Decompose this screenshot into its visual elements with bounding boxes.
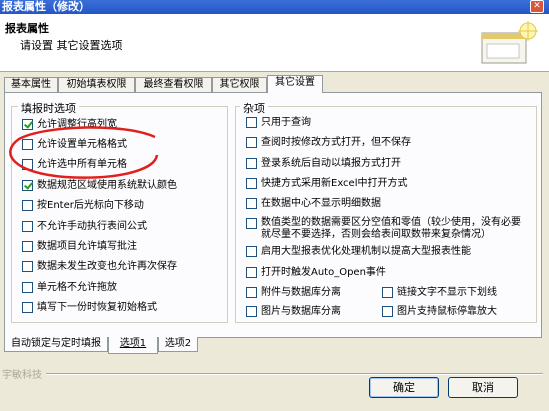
checkbox-box[interactable] — [246, 158, 257, 169]
checkbox-box[interactable] — [246, 287, 257, 298]
checkbox-box[interactable] — [246, 267, 257, 278]
checkbox-hide-detail-data[interactable]: 在数据中心不显示明细数据 — [246, 197, 381, 211]
dialog-header: 报表属性 请设置 其它设置选项 — [0, 14, 549, 72]
checkbox-label: 不允许手动执行表间公式 — [37, 221, 147, 232]
checkbox-label: 在数据中心不显示明细数据 — [261, 198, 381, 209]
checkbox-label: 登录系统后自动以填报方式打开 — [261, 158, 401, 169]
checkbox-box[interactable] — [382, 287, 393, 298]
checkbox-auto-open-on-login[interactable]: 登录系统后自动以填报方式打开 — [246, 157, 401, 171]
tab-initial-fill-permissions[interactable]: 初始填表权限 — [58, 77, 135, 92]
checkbox-image-hover-zoom[interactable]: 图片支持鼠标停靠放大 — [382, 305, 497, 319]
tab-other-settings[interactable]: 其它设置 — [267, 75, 323, 93]
tab-final-view-permissions[interactable]: 最终查看权限 — [135, 77, 212, 92]
checkbox-label: 图片支持鼠标停靠放大 — [397, 306, 497, 317]
checkbox-allow-resave[interactable]: 数据未发生改变也允许再次保存 — [22, 260, 177, 274]
checkbox-trigger-auto-open[interactable]: 打开时触发Auto_Open事件 — [246, 266, 386, 280]
checkbox-box[interactable] — [246, 218, 257, 229]
checkbox-images-separate[interactable]: 图片与数据库分离 — [246, 305, 341, 319]
checkbox-label: 启用大型报表优化处理机制以提高大型报表性能 — [261, 246, 471, 257]
checkbox-box[interactable] — [246, 117, 257, 128]
window-settings-icon — [481, 21, 538, 64]
checkbox-label: 图片与数据库分离 — [261, 306, 341, 317]
checkbox-box[interactable] — [246, 246, 257, 257]
footer-separator — [30, 373, 543, 375]
checkbox-disallow-drag-drop[interactable]: 单元格不允许拖放 — [22, 281, 117, 295]
window-title: 报表属性（修改） — [2, 0, 90, 13]
btab-auto-lock-scheduled-fill[interactable]: 自动锁定与定时填报 — [4, 337, 108, 352]
checkbox-open-modify-no-save[interactable]: 查阅时按修改方式打开，但不保存 — [246, 136, 411, 150]
checkbox-label: 按Enter后光标向下移动 — [37, 200, 144, 211]
checkbox-label: 打开时触发Auto_Open事件 — [261, 267, 386, 278]
checkbox-label: 快捷方式采用新Excel中打开方式 — [261, 178, 408, 189]
checkbox-query-only[interactable]: 只用于查询 — [246, 116, 311, 130]
checkbox-label: 只用于查询 — [261, 117, 311, 128]
checkbox-disallow-manual-formulas[interactable]: 不允许手动执行表间公式 — [22, 220, 147, 234]
checkbox-box[interactable] — [22, 241, 33, 252]
checkbox-large-report-optimization[interactable]: 启用大型报表优化处理机制以提高大型报表性能 — [246, 245, 471, 259]
annotation-circle — [9, 126, 159, 179]
checkbox-label: 数据未发生改变也允许再次保存 — [37, 261, 177, 272]
company-name: 宇敏科技 — [2, 366, 46, 381]
checkbox-label: 数值类型的数据需要区分空值和零值（较少使用，没有必要就尽量不要选择，否则会给表间… — [261, 217, 521, 240]
settings-panel: 填报时选项 允许调整行高列宽 允许设置单元格格式 允许选中所有单元格 数据规范区… — [4, 92, 542, 338]
checkbox-label: 附件与数据库分离 — [261, 287, 341, 298]
checkbox-attachments-separate[interactable]: 附件与数据库分离 — [246, 286, 341, 300]
checkbox-shortcut-new-excel[interactable]: 快捷方式采用新Excel中打开方式 — [246, 177, 408, 191]
checkbox-label: 数据项目允许填写批注 — [37, 241, 137, 252]
checkbox-no-link-underline[interactable]: 链接文字不显示下划线 — [382, 286, 497, 300]
ok-button[interactable]: 确定 — [369, 377, 439, 398]
btab-option-1[interactable]: 选项1 — [108, 337, 158, 354]
checkbox-restore-initial-format[interactable]: 填写下一份时恢复初始格式 — [22, 301, 157, 315]
checkbox-label: 单元格不允许拖放 — [37, 282, 117, 293]
checkbox-label: 查阅时按修改方式打开，但不保存 — [261, 137, 411, 148]
tab-basic-properties[interactable]: 基本属性 — [4, 77, 58, 92]
checkbox-distinguish-null-zero[interactable]: 数值类型的数据需要区分空值和零值（较少使用，没有必要就尽量不要选择，否则会给表间… — [246, 217, 530, 243]
misc-group: 杂项 只用于查询 查阅时按修改方式打开，但不保存 登录系统后自动以填报方式打开 … — [235, 100, 537, 323]
checkbox-enter-moves-down[interactable]: 按Enter后光标向下移动 — [22, 199, 144, 213]
tab-other-permissions[interactable]: 其它权限 — [212, 77, 267, 92]
checkbox-box[interactable] — [382, 306, 393, 317]
checkbox-box[interactable] — [22, 221, 33, 232]
checkbox-box[interactable] — [246, 137, 257, 148]
checkbox-box[interactable] — [246, 178, 257, 189]
checkbox-box[interactable] — [246, 198, 257, 209]
close-icon[interactable]: ✕ — [530, 0, 544, 13]
checkbox-box[interactable] — [22, 302, 33, 313]
checkbox-allow-annotations[interactable]: 数据项目允许填写批注 — [22, 240, 137, 254]
checkbox-box[interactable] — [22, 200, 33, 211]
header-title: 报表属性 — [5, 22, 49, 35]
checkbox-label: 填写下一份时恢复初始格式 — [37, 302, 157, 313]
window-title-bar: 报表属性（修改） ✕ — [0, 0, 549, 14]
misc-legend: 杂项 — [240, 100, 268, 116]
btab-option-2[interactable]: 选项2 — [158, 337, 198, 352]
header-subtitle: 请设置 其它设置选项 — [20, 39, 123, 52]
checkbox-label: 链接文字不显示下划线 — [397, 287, 497, 298]
cancel-button[interactable]: 取消 — [448, 377, 518, 398]
checkbox-box[interactable] — [22, 282, 33, 293]
checkbox-box[interactable] — [22, 261, 33, 272]
fill-options-legend: 填报时选项 — [18, 100, 79, 116]
checkbox-box[interactable] — [246, 306, 257, 317]
